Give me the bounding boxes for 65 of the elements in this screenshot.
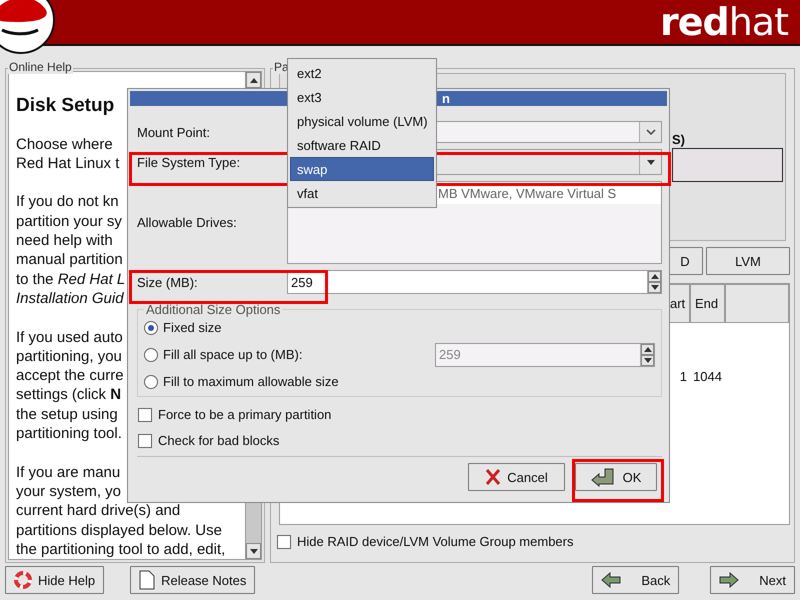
right-arrow-icon — [719, 572, 740, 588]
help-text-line: Installation Guid — [16, 288, 124, 308]
hide-raid-checkbox[interactable]: Hide RAID device/LVM Volume Group members — [273, 525, 792, 553]
help-text-line: current hard drive(s) and — [16, 501, 180, 521]
help-text-line: settings (click N — [16, 385, 122, 405]
footer-button[interactable]: Back — [592, 566, 680, 594]
down-arrow-icon — [646, 160, 654, 164]
footer-button[interactable]: Release Notes — [130, 566, 256, 594]
help-text-line: need help with — [16, 231, 113, 250]
x-icon — [485, 468, 502, 486]
down-arrow-icon — [650, 285, 658, 290]
help-text-line: Choose where — [16, 134, 113, 154]
menu-item[interactable]: software RAID — [290, 133, 434, 157]
help-text-line: If you are manu — [16, 462, 120, 482]
logo-text: redhat — [660, 0, 788, 44]
column-header[interactable]: End — [690, 284, 725, 323]
dialog-button[interactable]: Cancel — [468, 463, 565, 491]
footer-button[interactable]: Next — [710, 566, 795, 594]
field-label: Size (MB): — [136, 274, 199, 290]
up-arrow-icon — [650, 274, 658, 279]
help-text-line: manual partition — [16, 250, 123, 270]
help-text-line: your system, yo — [16, 482, 122, 502]
help-text-line: If you do not kn — [16, 192, 119, 212]
down-arrow-icon — [250, 548, 258, 554]
up-arrow-icon — [250, 78, 258, 82]
menu-item[interactable]: ext2 — [290, 61, 434, 85]
dialog-button[interactable]: OK — [575, 463, 657, 491]
help-text-line: the partitioning tool to add, edit, — [16, 540, 226, 560]
help-text-line: partitions displayed below. Use — [16, 520, 222, 540]
help-text-line: partitioning tool. — [16, 424, 122, 444]
down-arrow-icon — [644, 358, 652, 362]
lifebuoy-icon — [14, 571, 32, 590]
help-text-line: partition your sy — [16, 212, 122, 232]
table-cell-text: 1044 — [692, 369, 723, 384]
panel-title: Online Help — [8, 60, 73, 74]
partition-action-button[interactable]: LVM — [706, 247, 790, 275]
option-checkbox[interactable]: Force to be a primary partition — [138, 407, 669, 422]
chevron-down-icon — [646, 129, 656, 135]
footer-button[interactable]: Hide Help — [5, 566, 104, 594]
size-field[interactable]: 259 — [287, 270, 662, 294]
help-text-line: accept the curre — [16, 366, 124, 386]
radio-option[interactable]: Fixed size — [144, 320, 222, 335]
help-text-line: partitioning, you — [16, 346, 122, 366]
help-text-line: to the Red Hat L — [16, 270, 126, 289]
scroll-down-button[interactable] — [246, 543, 261, 560]
left-arrow-icon — [601, 572, 622, 588]
menu-item[interactable]: physical volume (LVM) — [290, 109, 434, 133]
radio-option[interactable]: Fill to maximum allowable size — [144, 374, 339, 389]
field-label: Mount Point: — [136, 124, 211, 140]
help-text-line: If you used auto — [16, 328, 123, 347]
scroll-up-button[interactable] — [246, 72, 261, 88]
menu-item[interactable]: swap — [290, 157, 434, 181]
drive-label: S) — [672, 132, 686, 147]
document-icon — [139, 570, 156, 590]
field-label: Allowable Drives: — [136, 215, 238, 230]
up-arrow-icon — [644, 346, 652, 352]
partition-action-button[interactable]: D — [667, 247, 703, 275]
help-text-line: Red Hat Linux t — [16, 154, 120, 174]
table-cell-text: 1 — [678, 369, 688, 384]
menu-item[interactable]: vfat — [290, 181, 434, 205]
group-title: Additional Size Options — [145, 302, 282, 317]
help-text-line: the setup using — [16, 404, 118, 424]
help-heading: Disk Setup — [16, 96, 114, 116]
option-checkbox[interactable]: Check for bad blocks — [138, 433, 669, 448]
field-label: File System Type: — [136, 154, 242, 170]
